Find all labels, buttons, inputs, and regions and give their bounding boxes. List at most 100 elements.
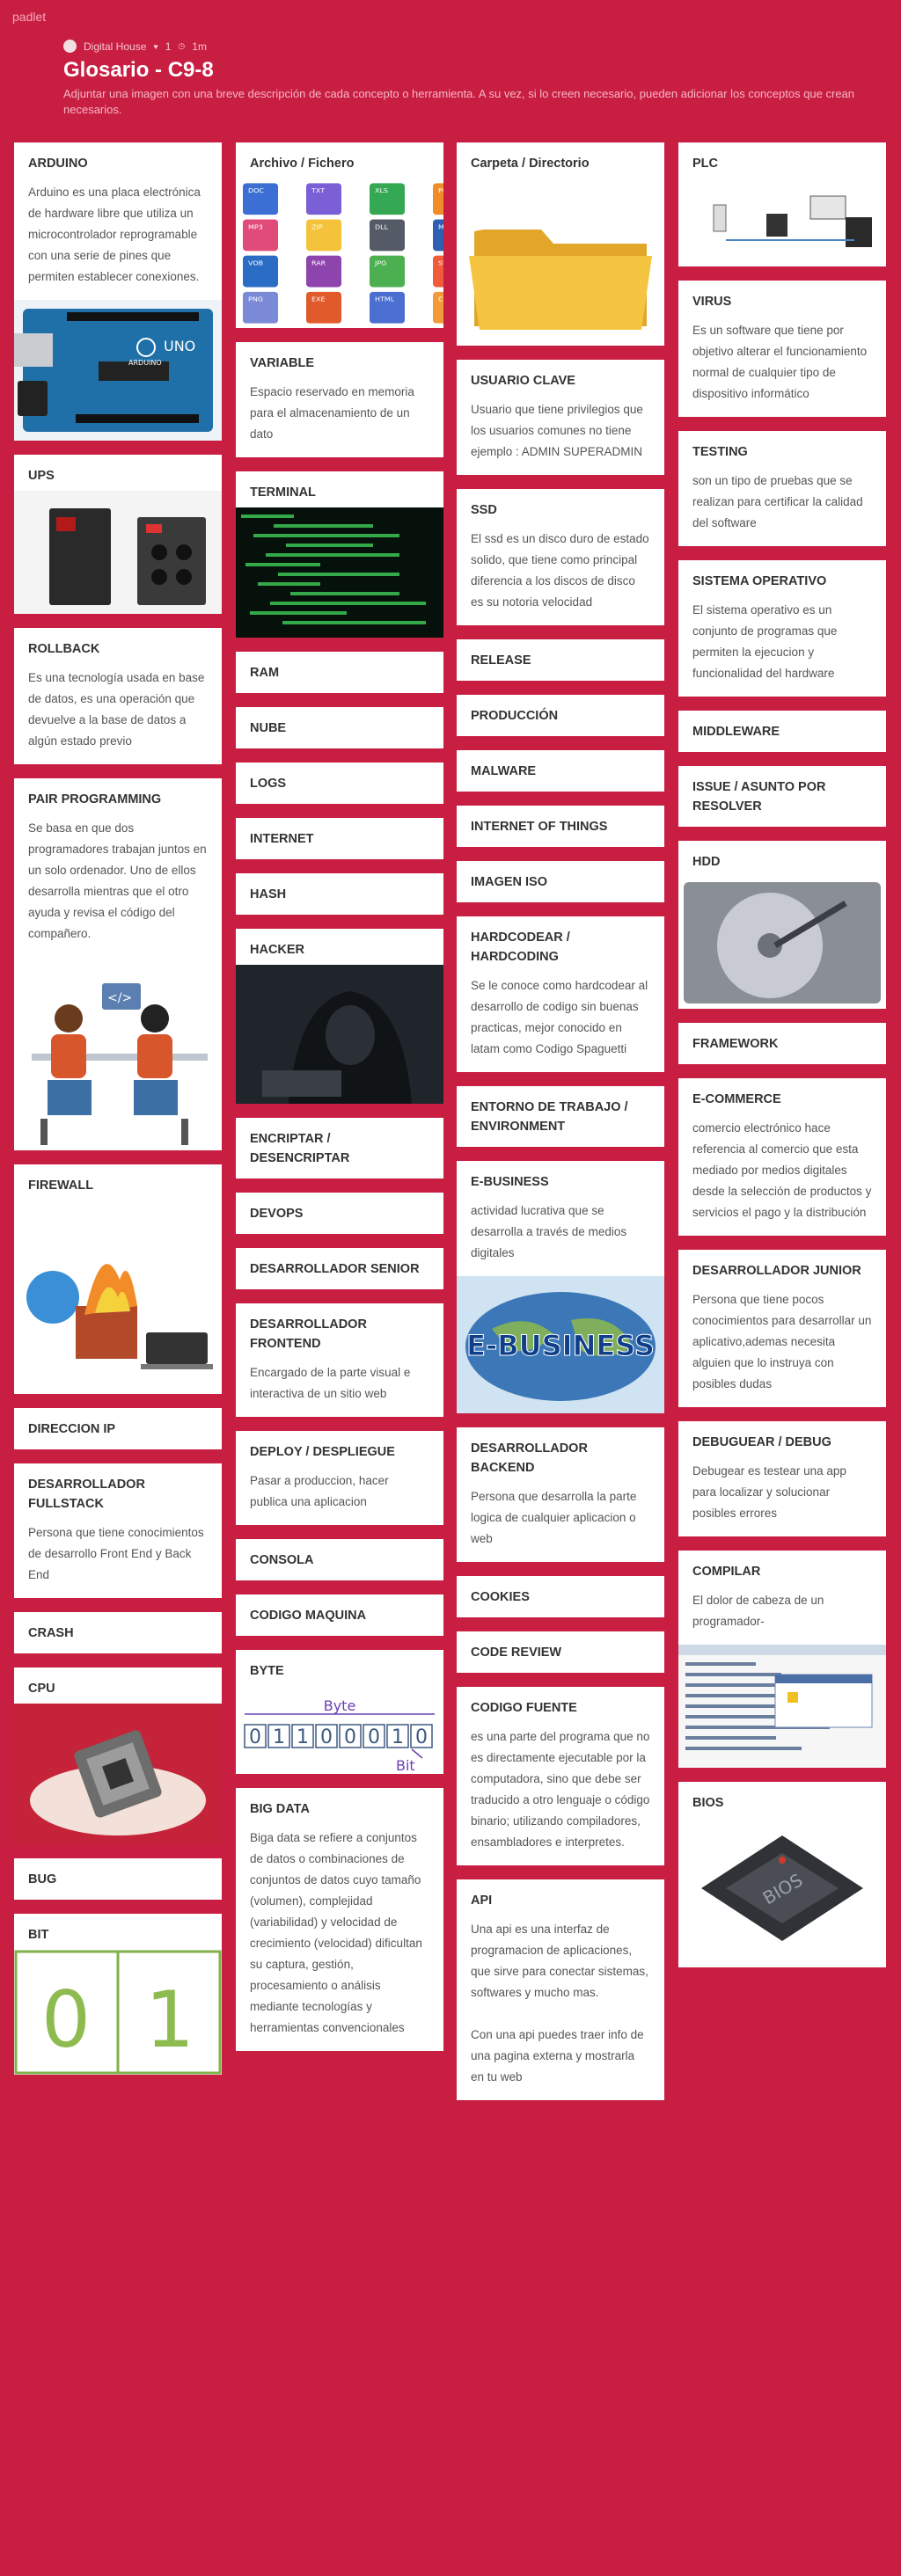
card-deploy-despliegue[interactable]: DEPLOY / DESPLIEGUE Pasar a produccion, h…: [236, 1431, 443, 1525]
card-title: ISSUE / ASUNTO POR RESOLVER: [692, 780, 826, 814]
card-crash[interactable]: CRASH: [14, 1612, 222, 1653]
card-title: DEBUGUEAR / DEBUG: [692, 1435, 831, 1449]
svg-text:0: 0: [415, 1726, 428, 1748]
card-sistema-operativo[interactable]: SISTEMA OPERATIVO El sistema operativo es…: [678, 560, 886, 697]
card-archivo-fichero[interactable]: Archivo / Fichero DOC TXT XLS PPT MP3 ZIP DLL MO…: [236, 142, 443, 328]
card-firewall[interactable]: FIREWALL: [14, 1164, 222, 1394]
pair-programmers-image[interactable]: </>: [14, 957, 222, 1150]
card-byte[interactable]: BYTE Byte 0 1 1 0 0 0 1 0 Bit: [236, 1650, 443, 1774]
svg-text:1: 1: [145, 1974, 194, 2065]
author-name[interactable]: Digital House: [84, 40, 146, 53]
card-imagen-iso[interactable]: IMAGEN ISO: [457, 861, 664, 902]
card-body: Encargado de la parte visual e interacti…: [250, 1366, 411, 1400]
card-consola[interactable]: CONSOLA: [236, 1539, 443, 1580]
author-avatar[interactable]: [63, 40, 77, 53]
ups-devices-image[interactable]: [14, 491, 222, 614]
card-body: Se le conoce como hardcodear al desarrol…: [471, 979, 648, 1055]
card-title: CPU: [28, 1682, 55, 1696]
card-logs[interactable]: LOGS: [236, 763, 443, 804]
card-hash[interactable]: HASH: [236, 873, 443, 915]
padlet-logo[interactable]: padlet: [12, 10, 46, 24]
heart-icon: ♥: [153, 41, 158, 51]
hard-disk-image[interactable]: [678, 877, 886, 1009]
card-variable[interactable]: VARIABLE Espacio reservado en memoria par…: [236, 342, 443, 457]
card-title: DESARROLLADOR FRONTEND: [250, 1317, 367, 1351]
card-cookies[interactable]: COOKIES: [457, 1576, 664, 1617]
card-arduino[interactable]: ARDUINO Arduino es una placa electrónica …: [14, 142, 222, 441]
card-nube[interactable]: NUBE: [236, 707, 443, 748]
card-terminal[interactable]: TERMINAL: [236, 471, 443, 638]
card-entorno-de-trabajo-environment[interactable]: ENTORNO DE TRABAJO / ENVIRONMENT: [457, 1086, 664, 1147]
card-title: COOKIES: [471, 1590, 530, 1604]
terminal-screen-image[interactable]: [236, 507, 443, 638]
card-malware[interactable]: MALWARE: [457, 750, 664, 792]
card-testing[interactable]: TESTING son un tipo de pruebas que se rea…: [678, 431, 886, 546]
card-debuguear-debug[interactable]: DEBUGUEAR / DEBUG Debugear es testear una…: [678, 1421, 886, 1536]
card-produccion[interactable]: PRODUCCIÓN: [457, 695, 664, 736]
svg-text:SWF: SWF: [438, 259, 443, 266]
card-internet[interactable]: INTERNET: [236, 818, 443, 859]
card-virus[interactable]: VIRUS Es un software que tiene por objeti…: [678, 281, 886, 417]
svg-text:DOC: DOC: [248, 187, 264, 194]
arduino-board-image[interactable]: UNO ARDUINO: [14, 300, 222, 441]
hacker-hood-image[interactable]: [236, 965, 443, 1104]
cpu-chip-image[interactable]: [14, 1704, 222, 1844]
svg-text:MP3: MP3: [248, 223, 263, 230]
card-compilar[interactable]: COMPILAR El dolor de cabeza de un program…: [678, 1551, 886, 1768]
card-codigo-fuente[interactable]: CODIGO FUENTE es una parte del programa q…: [457, 1687, 664, 1865]
card-body: comercio electrónico hace referencia al …: [692, 1121, 872, 1219]
card-bit[interactable]: BIT 0 1: [14, 1914, 222, 2075]
card-ram[interactable]: RAM: [236, 652, 443, 693]
card-e-business[interactable]: E-BUSINESS actividad lucrativa que se des…: [457, 1161, 664, 1413]
card-usuario-clave[interactable]: USUARIO CLAVE Usuario que tiene privilegi…: [457, 360, 664, 475]
card-encriptar-desencriptar[interactable]: ENCRIPTAR / DESENCRIPTAR: [236, 1118, 443, 1179]
card-framework[interactable]: FRAMEWORK: [678, 1023, 886, 1064]
card-cpu[interactable]: CPU: [14, 1667, 222, 1844]
card-hacker[interactable]: HACKER: [236, 929, 443, 1104]
card-title: LOGS: [250, 777, 287, 791]
card-middleware[interactable]: MIDDLEWARE: [678, 711, 886, 752]
plc-network-image[interactable]: [678, 179, 886, 266]
card-title: IMAGEN ISO: [471, 875, 548, 889]
compiler-window-image[interactable]: [678, 1645, 886, 1768]
card-carpeta-directorio[interactable]: Carpeta / Directorio: [457, 142, 664, 346]
card-desarrollador-backend[interactable]: DESARROLLADOR BACKEND Persona que desarro…: [457, 1427, 664, 1562]
card-title: DESARROLLADOR SENIOR: [250, 1262, 420, 1276]
firewall-image[interactable]: [14, 1200, 222, 1394]
card-codigo-maquina[interactable]: CODIGO MAQUINA: [236, 1594, 443, 1636]
byte-diagram-image[interactable]: Byte 0 1 1 0 0 0 1 0 Bit: [236, 1686, 443, 1774]
card-release[interactable]: RELEASE: [457, 639, 664, 681]
card-hardcodear-hardcoding[interactable]: HARDCODEAR / HARDCODING Se le conoce como…: [457, 916, 664, 1072]
board-title: Glosario - C9-8: [63, 58, 214, 82]
card-desarrollador-junior[interactable]: DESARROLLADOR JUNIOR Persona que tiene po…: [678, 1250, 886, 1407]
card-bug[interactable]: BUG: [14, 1858, 222, 1900]
card-title: BIT: [28, 1928, 49, 1942]
card-e-commerce[interactable]: E-COMMERCE comercio electrónico hace refe…: [678, 1078, 886, 1236]
folder-icon-image[interactable]: [457, 179, 664, 346]
card-issue-asunto-por-resolver[interactable]: ISSUE / ASUNTO POR RESOLVER: [678, 766, 886, 827]
bios-chip-image[interactable]: BIOS: [678, 1818, 886, 1967]
card-rollback[interactable]: ROLLBACK Es una tecnología usada en base …: [14, 628, 222, 764]
card-title: BUG: [28, 1872, 57, 1886]
card-pair-programming[interactable]: PAIR PROGRAMMING Se basa en que dos progr…: [14, 778, 222, 1150]
card-body: actividad lucrativa que se desarrolla a …: [471, 1204, 627, 1259]
card-desarrollador-senior[interactable]: DESARROLLADOR SENIOR: [236, 1248, 443, 1289]
card-api[interactable]: API Una api es una interfaz de programaci…: [457, 1879, 664, 2100]
card-big-data[interactable]: BIG DATA Biga data se refiere a conjuntos…: [236, 1788, 443, 2051]
card-internet-of-things[interactable]: INTERNET OF THINGS: [457, 806, 664, 847]
card-direccion-ip[interactable]: DIRECCION IP: [14, 1408, 222, 1449]
card-bios[interactable]: BIOS BIOS: [678, 1782, 886, 1967]
card-ups[interactable]: UPS: [14, 455, 222, 614]
card-desarrollador-fullstack[interactable]: DESARROLLADOR FULLSTACK Persona que tiene…: [14, 1463, 222, 1598]
card-ssd[interactable]: SSD El ssd es un disco duro de estado sol…: [457, 489, 664, 625]
card-hdd[interactable]: HDD: [678, 841, 886, 1009]
bit-zero-one-image[interactable]: 01: [14, 1950, 222, 2075]
card-title: ENCRIPTAR / DESENCRIPTAR: [250, 1132, 350, 1165]
ebusiness-banner-image[interactable]: E-BUSINESS: [457, 1276, 664, 1413]
card-body: El ssd es un disco duro de estado solido…: [471, 532, 649, 609]
file-icons-image[interactable]: DOC TXT XLS PPT MP3 ZIP DLL MOV VOB RAR JPG SWF PNG E…: [236, 179, 443, 328]
card-plc[interactable]: PLC: [678, 142, 886, 266]
card-devops[interactable]: DEVOPS: [236, 1193, 443, 1234]
card-desarrollador-frontend[interactable]: DESARROLLADOR FRONTEND Encargado de la pa…: [236, 1303, 443, 1417]
card-code-review[interactable]: CODE REVIEW: [457, 1631, 664, 1673]
